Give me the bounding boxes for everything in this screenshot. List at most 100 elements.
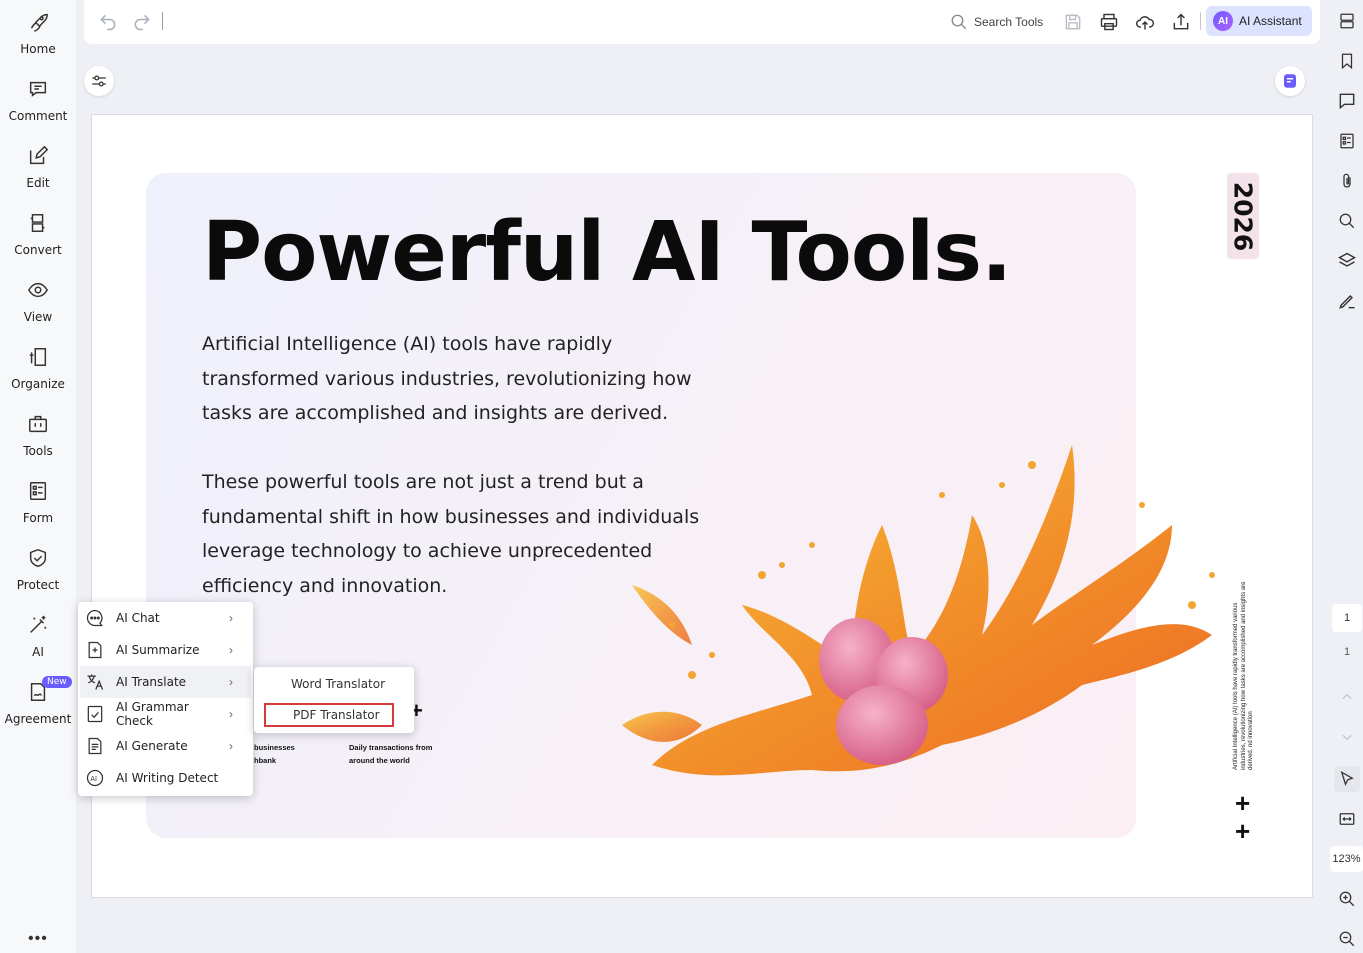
print-button[interactable] (1097, 10, 1121, 34)
current-page-field[interactable]: 1 (1332, 604, 1362, 632)
menu-item-ai-writing-detect[interactable]: AI AI Writing Detect (80, 762, 251, 794)
select-tool-button[interactable] (1334, 766, 1360, 792)
undo-icon (100, 14, 116, 31)
eye-icon (26, 278, 50, 302)
year-tag: 2026 (1227, 173, 1259, 259)
share-button[interactable] (1169, 10, 1193, 34)
undo-button[interactable] (96, 10, 120, 34)
save-icon (1065, 14, 1081, 30)
left-sidebar: Home Comment Edit Convert View Organize (0, 0, 76, 953)
coral-illustration (622, 445, 1215, 776)
svg-text:AI: AI (90, 775, 97, 783)
sidebar-item-label: Edit (26, 176, 50, 190)
form-icon (1340, 133, 1354, 149)
sidebar-item-view[interactable]: View (0, 270, 76, 330)
ai-assistant-button[interactable]: AI AI Assistant (1206, 6, 1312, 36)
sidebar-item-label: Organize (11, 377, 65, 391)
sidebar-item-label: Agreement (4, 712, 72, 726)
edit-icon (26, 144, 50, 168)
magic-wand-icon (26, 613, 50, 637)
cursor-icon (1340, 770, 1354, 786)
menu-item-ai-chat[interactable]: AI Chat › (80, 602, 251, 634)
sidebar-item-label: Protect (16, 578, 60, 592)
total-pages: 1 (1343, 646, 1351, 658)
save-button[interactable] (1061, 10, 1085, 34)
menu-item-ai-generate[interactable]: AI Generate › (80, 730, 251, 762)
ai-menu: AI Chat › AI Summarize › AI Translate › … (78, 602, 253, 796)
ai-assistant-label: AI Assistant (1239, 14, 1302, 28)
top-toolbar: Search Tools AI AI Assistant (84, 0, 1320, 44)
sidebar-item-label: Tools (23, 444, 53, 458)
menu-item-ai-translate[interactable]: AI Translate › (80, 666, 251, 698)
paperclip-icon (1343, 173, 1351, 188)
sidebar-item-comment[interactable]: Comment (0, 69, 76, 129)
ai-notes-icon (1284, 74, 1296, 88)
print-icon (1100, 13, 1118, 31)
page-title: Powerful AI Tools. (202, 205, 1012, 300)
sidebar-item-edit[interactable]: Edit (0, 136, 76, 196)
sidebar-item-ai[interactable]: AI (0, 605, 76, 665)
sidebar-item-home[interactable]: Home (0, 2, 76, 62)
pdf-translator-item[interactable]: PDF Translator (264, 703, 394, 727)
cloud-upload-icon (1136, 16, 1155, 30)
chevron-down-icon (1342, 734, 1352, 741)
right-sidebar: 1 1 123% (1328, 0, 1363, 953)
page-layout-button[interactable] (1336, 10, 1358, 32)
filter-settings-button[interactable] (84, 66, 114, 96)
previous-page-button[interactable] (1336, 686, 1358, 708)
form-panel-button[interactable] (1336, 130, 1358, 152)
chevron-right-icon: › (229, 739, 233, 753)
layout-icon (1340, 13, 1354, 29)
attachment-button[interactable] (1336, 170, 1358, 192)
toolbar-divider (162, 12, 163, 30)
sidebar-item-convert[interactable]: Convert (0, 203, 76, 263)
ai-notes-button[interactable] (1275, 66, 1305, 96)
layers-button[interactable] (1336, 250, 1358, 272)
search-tools-button[interactable]: Search Tools (950, 10, 1043, 34)
cloud-upload-button[interactable] (1133, 10, 1157, 34)
convert-icon (26, 211, 50, 235)
sidebar-item-label: View (23, 310, 53, 324)
stat-right-caption: Daily transactions from around the world (349, 743, 433, 765)
search-panel-button[interactable] (1336, 210, 1358, 232)
search-icon (951, 14, 967, 30)
plus-mark: + (1235, 816, 1251, 846)
menu-item-ai-grammar-check[interactable]: AI Grammar Check › (80, 698, 251, 730)
layers-icon (1338, 252, 1356, 267)
sliders-icon (92, 75, 106, 87)
signature-icon (1339, 294, 1355, 309)
fit-width-icon (1339, 813, 1355, 825)
sidebar-item-label: Home (20, 42, 56, 56)
sidebar-item-agreement[interactable]: New Agreement (0, 672, 76, 732)
menu-item-ai-summarize[interactable]: AI Summarize › (80, 634, 251, 666)
redo-button[interactable] (130, 10, 154, 34)
rocket-icon (26, 10, 50, 34)
chevron-right-icon: › (229, 611, 233, 625)
fit-width-button[interactable] (1336, 808, 1358, 830)
word-translator-item[interactable]: Word Translator (264, 672, 404, 696)
shield-icon (26, 546, 50, 570)
translate-submenu: Word Translator PDF Translator (254, 667, 414, 733)
ai-translate-icon (84, 671, 106, 693)
ai-chat-icon (84, 607, 106, 629)
zoom-out-icon (1339, 931, 1355, 947)
side-note: Artificial Intelligence (AI) tools have … (1232, 581, 1254, 770)
sidebar-item-form[interactable]: Form (0, 471, 76, 531)
zoom-level[interactable]: 123% (1330, 846, 1363, 872)
chevron-right-icon: › (229, 643, 233, 657)
chevron-right-icon: › (229, 707, 233, 721)
next-page-button[interactable] (1336, 726, 1358, 748)
sidebar-item-tools[interactable]: Tools (0, 404, 76, 464)
more-options-icon[interactable]: ••• (28, 930, 48, 948)
comments-panel-button[interactable] (1336, 90, 1358, 112)
sidebar-item-organize[interactable]: Organize (0, 337, 76, 397)
zoom-in-icon (1339, 891, 1355, 907)
ai-generate-icon (84, 735, 106, 757)
sidebar-item-protect[interactable]: Protect (0, 538, 76, 598)
zoom-out-button[interactable] (1336, 928, 1358, 950)
bookmark-button[interactable] (1336, 50, 1358, 72)
chevron-right-icon: › (229, 675, 233, 689)
zoom-in-button[interactable] (1336, 888, 1358, 910)
comment-icon (1339, 93, 1355, 110)
signature-button[interactable] (1336, 290, 1358, 312)
